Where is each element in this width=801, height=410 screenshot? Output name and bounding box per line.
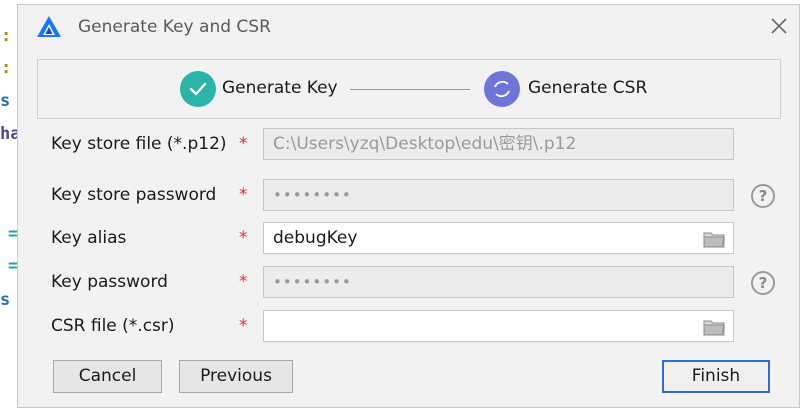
folder-icon[interactable] [702, 317, 726, 337]
keystore-file-label: Key store file (*.p12) [51, 134, 227, 154]
required-mark: * [239, 316, 248, 336]
keystore-password-label: Key store password [51, 185, 217, 205]
folder-icon[interactable] [702, 229, 726, 249]
key-alias-input[interactable]: debugKey [263, 222, 734, 254]
dialog-title: Generate Key and CSR [78, 17, 271, 37]
cancel-button[interactable]: Cancel [53, 360, 162, 393]
keystore-password-help-icon[interactable]: ? [751, 184, 775, 208]
key-password-help-icon[interactable]: ? [751, 271, 775, 295]
required-mark: * [239, 134, 248, 154]
wizard-steps: Generate Key Generate CSR [37, 59, 781, 119]
refresh-icon [494, 80, 510, 98]
key-password-label: Key password [51, 272, 168, 292]
required-mark: * [239, 185, 248, 205]
step-generate-csr-indicator [484, 71, 520, 107]
key-password-field: •••••••• [263, 266, 734, 298]
keystore-password-field: •••••••• [263, 179, 734, 211]
csr-file-label: CSR file (*.csr) [51, 316, 175, 336]
check-icon [189, 82, 207, 96]
step-generate-key-label: Generate Key [222, 78, 338, 98]
previous-button[interactable]: Previous [179, 360, 293, 393]
required-mark: * [239, 228, 248, 248]
csr-file-input[interactable] [263, 310, 734, 342]
dialog-titlebar: Generate Key and CSR [18, 5, 799, 49]
generate-key-dialog: Generate Key and CSR Generate Key Genera… [17, 4, 800, 408]
step-connector [350, 89, 470, 90]
editor-token: s [0, 290, 11, 310]
editor-token: s [0, 91, 11, 111]
close-icon[interactable] [766, 13, 792, 39]
key-alias-label: Key alias [51, 228, 127, 248]
step-generate-csr-label: Generate CSR [528, 78, 648, 98]
keystore-file-field: C:\Users\yzq\Desktop\edu\密钥\.p12 [263, 128, 734, 160]
editor-token: : [1, 26, 12, 46]
step-generate-key-indicator [180, 71, 216, 107]
editor-token: : [1, 58, 12, 78]
finish-button[interactable]: Finish [662, 360, 770, 393]
required-mark: * [239, 272, 248, 292]
app-logo-icon [37, 16, 61, 37]
